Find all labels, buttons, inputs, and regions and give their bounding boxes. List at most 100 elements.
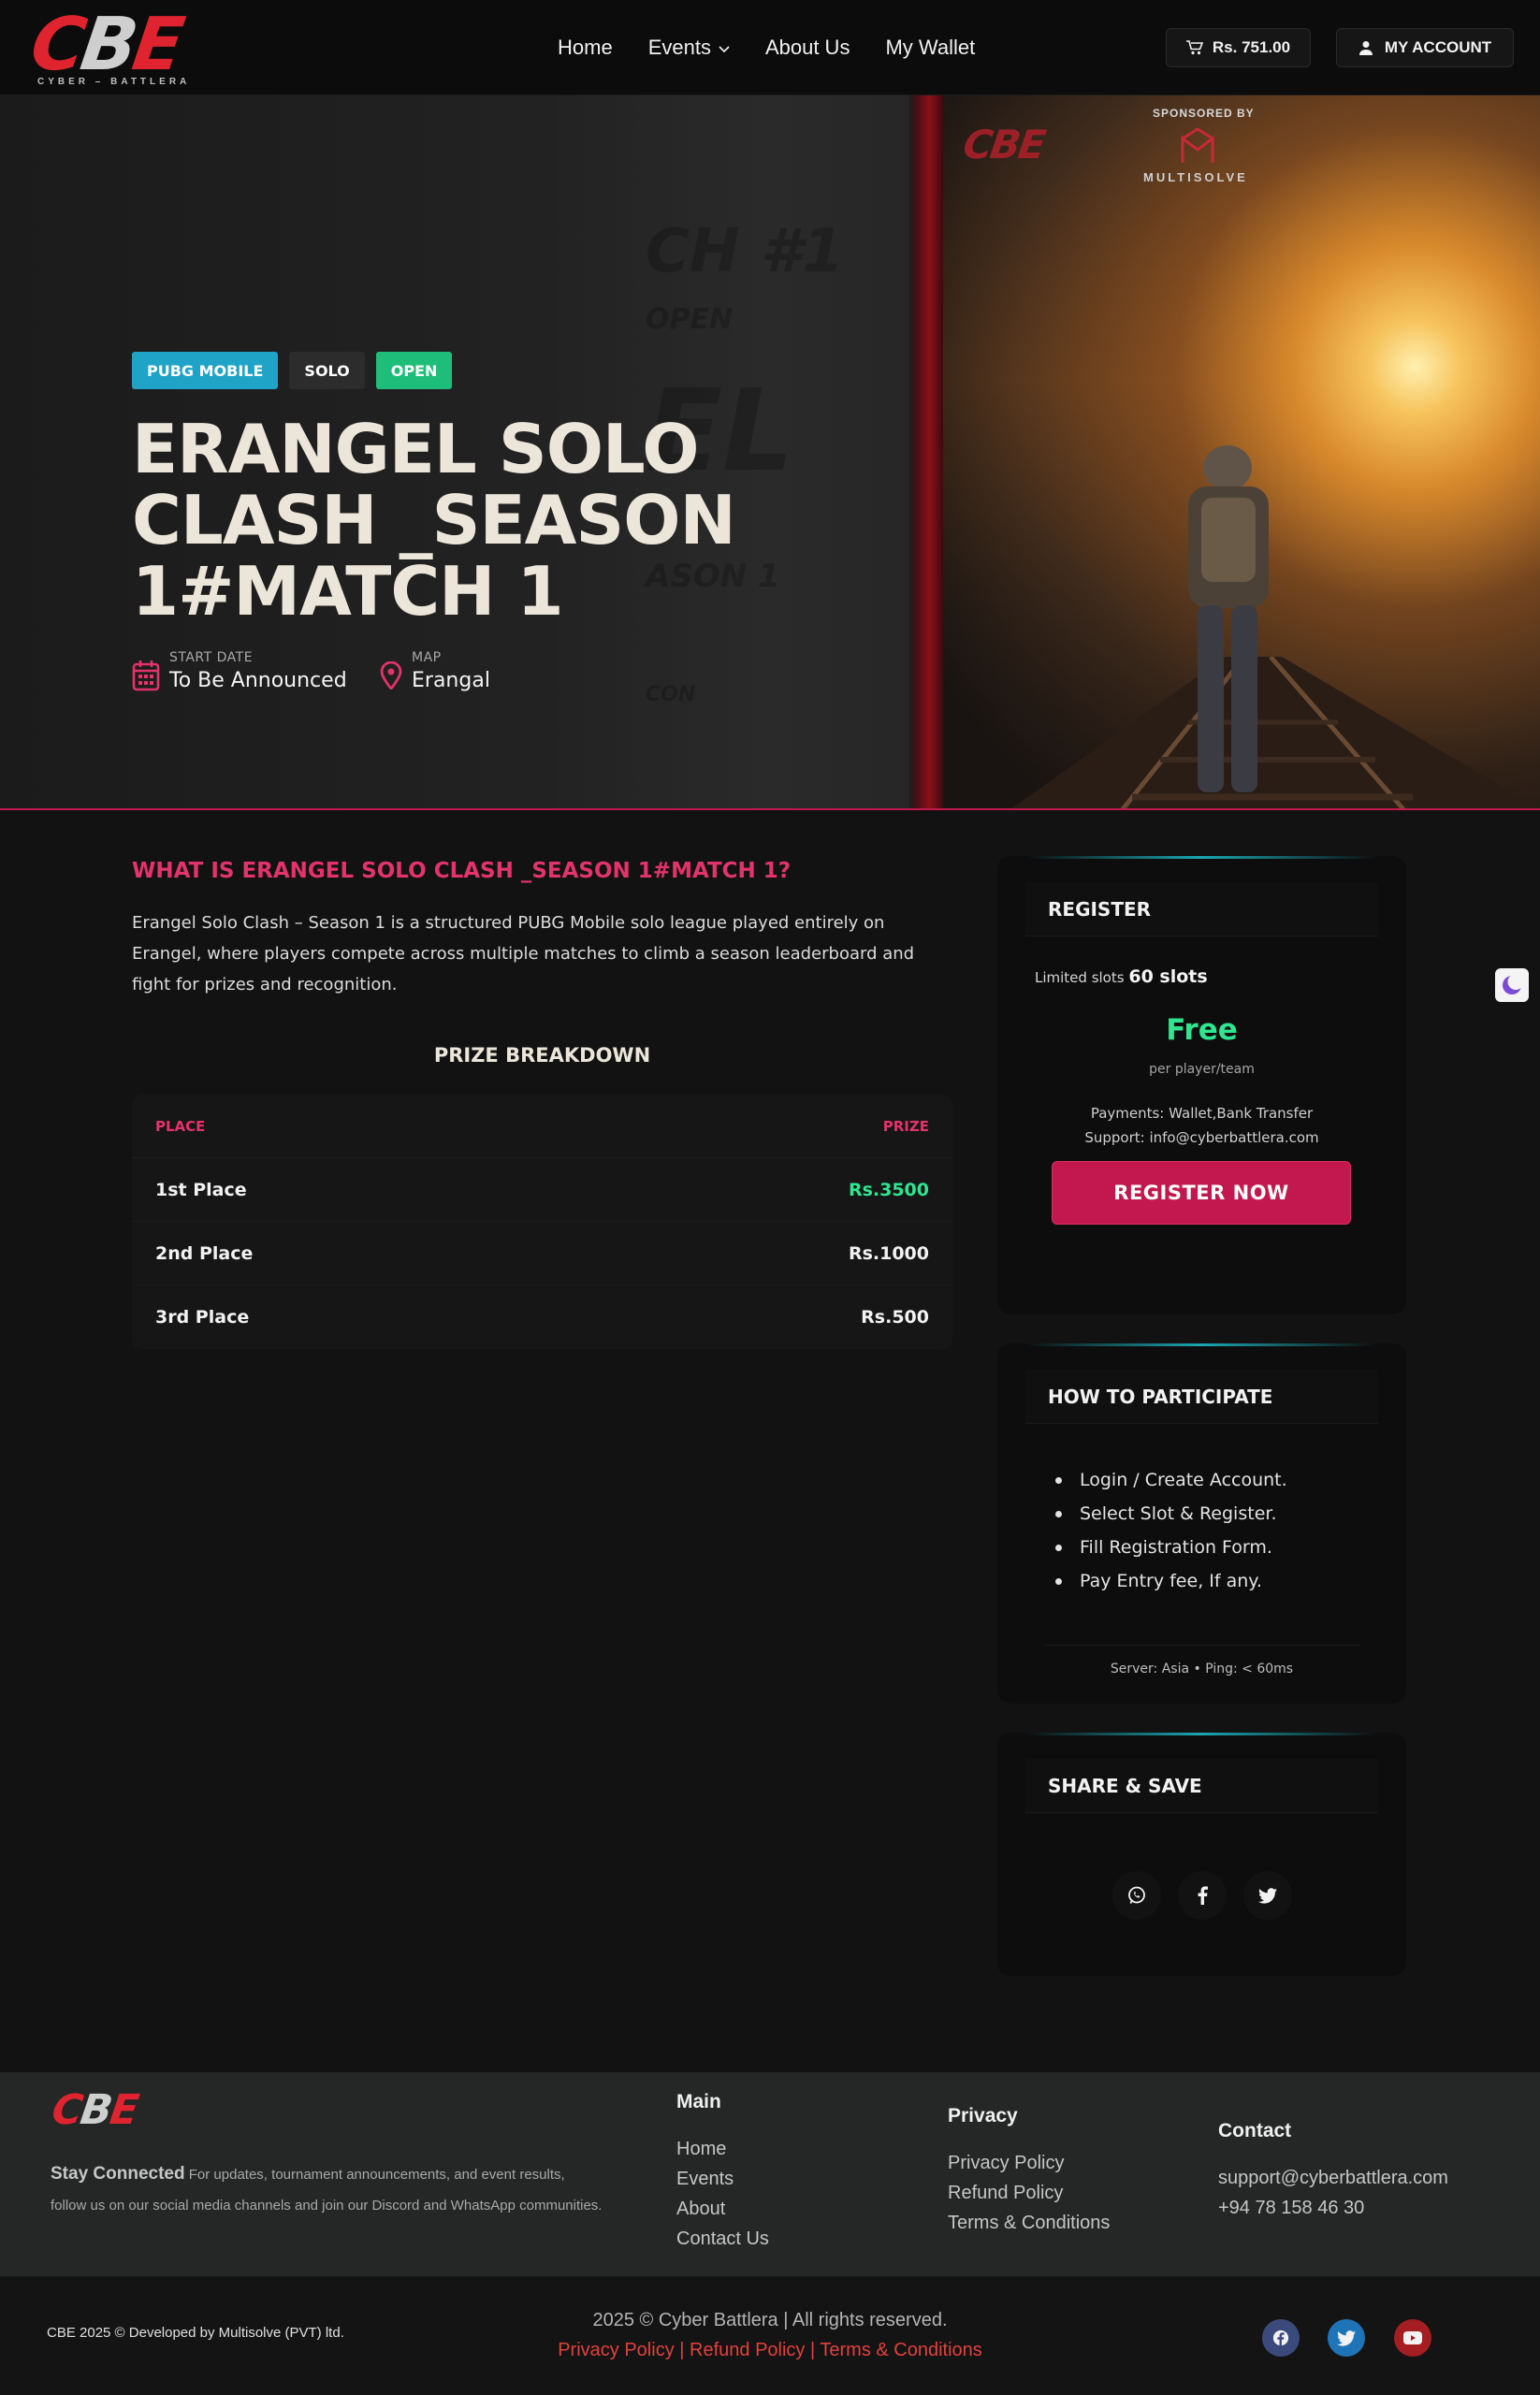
- register-now-button[interactable]: REGISTER NOW: [1052, 1161, 1351, 1225]
- legal-link-terms[interactable]: Terms & Conditions: [820, 2340, 981, 2360]
- place-cell: 2nd Place: [155, 1242, 254, 1264]
- footer-link-contact[interactable]: Contact Us: [676, 2224, 769, 2254]
- share-buttons: [1025, 1871, 1378, 1920]
- tag-status: OPEN: [375, 352, 453, 389]
- prize-table-header: PLACE PRIZE: [132, 1095, 952, 1158]
- copyright-text: 2025 © Cyber Battlera | All rights reser…: [592, 2310, 948, 2330]
- share-card: SHARE & SAVE: [997, 1733, 1406, 1976]
- theme-toggle-button[interactable]: [1495, 968, 1529, 1002]
- tag-game: PUBG MOBILE: [132, 352, 279, 389]
- start-date-label: START DATE: [169, 650, 254, 665]
- legal-links: Privacy Policy | Refund Policy | Terms &…: [0, 2340, 1540, 2361]
- slots-info: Limited slots 60 slots: [1035, 966, 1208, 987]
- social-twitter-button[interactable]: [1328, 2319, 1365, 2357]
- support-email: Support: info@cyberbattlera.com: [1084, 1129, 1319, 1146]
- youtube-icon: [1403, 2331, 1422, 2344]
- table-row: 1st Place Rs.3500: [132, 1158, 952, 1222]
- footer-contact-title: Contact: [1218, 2120, 1292, 2141]
- map-value: Erangal: [412, 669, 490, 692]
- nav-events[interactable]: Events: [648, 36, 730, 60]
- legal-link-refund[interactable]: Refund Policy: [690, 2340, 805, 2360]
- prize-cell: Rs.3500: [848, 1179, 929, 1200]
- chevron-down-icon: [719, 46, 730, 53]
- footer-contact-email[interactable]: support@cyberbattlera.com: [1218, 2163, 1448, 2193]
- table-row: 2nd Place Rs.1000: [132, 1222, 952, 1285]
- share-whatsapp-button[interactable]: [1111, 1871, 1161, 1920]
- footer-link-about[interactable]: About: [676, 2194, 769, 2224]
- moon-icon: [1503, 974, 1523, 994]
- prize-table: PLACE PRIZE 1st Place Rs.3500 2nd Place …: [132, 1095, 952, 1349]
- social-facebook-button[interactable]: [1262, 2319, 1300, 2357]
- place-cell: 3rd Place: [155, 1307, 250, 1328]
- prize-column-header: PRIZE: [882, 1117, 929, 1135]
- register-card-title: REGISTER: [1025, 882, 1378, 936]
- payment-info: Payments: Wallet,Bank Transfer Support: …: [1025, 1101, 1378, 1150]
- footer-link-refund-policy[interactable]: Refund Policy: [948, 2178, 1110, 2208]
- twitter-icon: [1337, 2330, 1356, 2346]
- list-item: Fill Registration Form.: [1052, 1531, 1287, 1564]
- map-meta: MAP Erangal: [380, 650, 490, 692]
- footer-link-privacy-policy[interactable]: Privacy Policy: [948, 2148, 1110, 2178]
- hero-torn-edge: [909, 95, 943, 809]
- site-logo[interactable]: CBE CYBER – BATTLERA: [26, 3, 225, 88]
- register-card: REGISTER Limited slots 60 slots Free per…: [997, 856, 1406, 1314]
- price-unit: per player/team: [1149, 1062, 1255, 1077]
- slots-value: 60 slots: [1128, 966, 1208, 987]
- footer-bottom-bar: CBE 2025 © Developed by Multisolve (PVT)…: [0, 2276, 1540, 2395]
- list-item: Select Slot & Register.: [1052, 1497, 1287, 1531]
- footer-privacy-links: Privacy Privacy Policy Refund Policy Ter…: [948, 2105, 1110, 2238]
- footer-contact-phone[interactable]: +94 78 158 46 30: [1218, 2193, 1448, 2223]
- site-footer: CBE Stay Connected For updates, tourname…: [0, 2072, 1540, 2276]
- facebook-icon: [1198, 1886, 1208, 1905]
- server-info: Server: Asia • Ping: < 60ms: [1110, 1662, 1294, 1676]
- place-column-header: PLACE: [155, 1117, 206, 1135]
- soldier-illustration: [1160, 442, 1291, 792]
- hero-ghost-text: CH #1: [646, 217, 844, 286]
- site-header: CBE CYBER – BATTLERA Home Events About U…: [0, 0, 1540, 95]
- prize-cell: Rs.1000: [848, 1242, 929, 1264]
- nav-wallet-label: My Wallet: [885, 36, 976, 59]
- footer-link-events[interactable]: Events: [676, 2164, 769, 2194]
- table-row: 3rd Place Rs.500: [132, 1285, 952, 1349]
- social-youtube-button[interactable]: [1394, 2319, 1431, 2357]
- list-item: Login / Create Account.: [1052, 1463, 1287, 1497]
- stay-connected-title: Stay Connected: [51, 2164, 185, 2184]
- entry-price: Free: [1166, 1013, 1238, 1047]
- place-cell: 1st Place: [155, 1179, 247, 1200]
- sponsor-label: SPONSORED BY: [1153, 107, 1255, 120]
- whatsapp-icon: [1127, 1886, 1145, 1904]
- start-date-value: To Be Announced: [169, 669, 347, 692]
- event-tags: PUBG MOBILE SOLO OPEN: [132, 352, 453, 389]
- slots-label: Limited slots: [1035, 969, 1125, 986]
- cart-balance-button[interactable]: Rs. 751.00: [1166, 28, 1311, 67]
- footer-link-home[interactable]: Home: [676, 2134, 769, 2164]
- nav-home[interactable]: Home: [558, 36, 613, 60]
- event-hero: CH #1 OPEN EL ASON 1 CON CBE SPONSORED B…: [0, 95, 1540, 809]
- main-nav: Home Events About Us My Wallet: [558, 32, 975, 64]
- my-account-button[interactable]: MY ACCOUNT: [1336, 28, 1514, 67]
- twitter-icon: [1257, 1887, 1277, 1904]
- nav-wallet[interactable]: My Wallet: [885, 36, 975, 60]
- nav-about[interactable]: About Us: [765, 36, 850, 60]
- prize-cell: Rs.500: [861, 1307, 929, 1328]
- tag-mode: SOLO: [289, 352, 365, 389]
- calendar-icon: [132, 660, 160, 691]
- share-twitter-button[interactable]: [1242, 1871, 1292, 1920]
- sponsor-name: MULTISOLVE: [1143, 170, 1248, 184]
- user-icon: [1358, 41, 1373, 55]
- footer-link-terms[interactable]: Terms & Conditions: [948, 2208, 1110, 2238]
- legal-link-privacy[interactable]: Privacy Policy: [558, 2340, 674, 2360]
- list-item: Pay Entry fee, If any.: [1052, 1564, 1287, 1598]
- legal-separator: |: [805, 2340, 821, 2360]
- share-facebook-button[interactable]: [1177, 1871, 1227, 1920]
- share-card-title: SHARE & SAVE: [1025, 1759, 1378, 1813]
- footer-about: Stay Connected For updates, tournament a…: [51, 2158, 603, 2221]
- logo-subtext: CYBER – BATTLERA: [37, 77, 191, 87]
- location-pin-icon: [380, 661, 402, 689]
- about-event-heading: WHAT IS ERANGEL SOLO CLASH _SEASON 1#MAT…: [132, 859, 792, 883]
- about-event-text: Erangel Solo Clash – Season 1 is a struc…: [132, 913, 915, 994]
- hero-divider: [0, 808, 1540, 810]
- footer-privacy-title: Privacy: [948, 2105, 1018, 2126]
- footer-logo[interactable]: CBE: [49, 2086, 139, 2134]
- start-date-meta: START DATE To Be Announced: [132, 650, 347, 692]
